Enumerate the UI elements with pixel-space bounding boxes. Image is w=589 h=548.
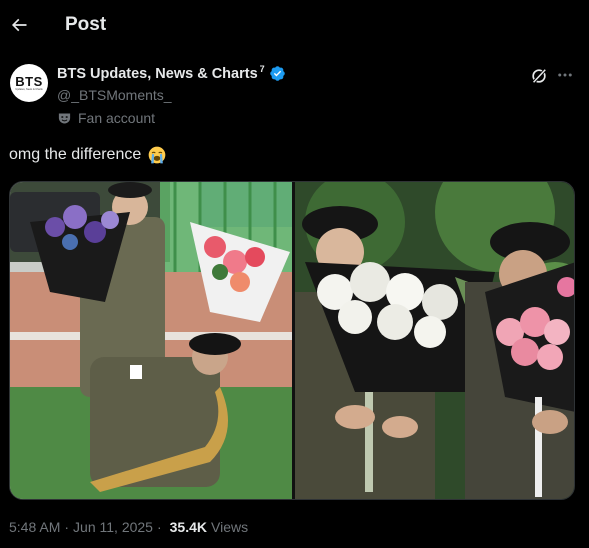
post-media[interactable]	[9, 181, 575, 500]
post-time[interactable]: 5:48 AM	[9, 519, 60, 535]
meta-separator: ·	[64, 519, 70, 535]
grok-button[interactable]	[529, 66, 549, 86]
account-label-text: Fan account	[78, 110, 156, 126]
arrow-left-icon	[11, 18, 27, 32]
page-title: Post	[65, 14, 107, 35]
views-count: 35.4K	[169, 519, 207, 535]
theater-mask-icon	[58, 113, 71, 123]
views-label: Views	[211, 519, 249, 535]
name-suffix: 7	[259, 63, 265, 74]
avatar-logo-text: BTS	[15, 73, 43, 89]
meta-separator: ·	[156, 519, 162, 535]
loudly-crying-face-icon	[148, 146, 166, 164]
post-author: BTS Updates, News & Charts BTS Updates, …	[10, 62, 580, 132]
display-name[interactable]: BTS Updates, News & Charts	[57, 66, 258, 82]
user-handle[interactable]: @_BTSMoments_	[57, 87, 172, 103]
verified-badge-icon[interactable]	[269, 65, 286, 82]
photo-left-illustration	[10, 182, 292, 499]
account-label: Fan account	[57, 110, 155, 126]
photo-right-illustration	[295, 182, 574, 499]
post-text-content: omg the difference	[9, 146, 142, 163]
post-date[interactable]: Jun 11, 2025	[73, 519, 153, 535]
name-line: BTS Updates, News & Charts 7	[57, 63, 286, 82]
avatar[interactable]: BTS Updates, News & Charts	[10, 64, 48, 102]
photo-bouquet-soldiers[interactable]	[295, 182, 574, 499]
avatar-logo-subtext: Updates, News & Charts	[15, 87, 43, 91]
photo-saxophone-soldiers[interactable]	[10, 182, 292, 499]
more-options-button[interactable]	[556, 66, 574, 84]
more-horizontal-icon	[558, 73, 572, 77]
grok-icon	[532, 69, 547, 83]
post-text: omg the difference	[9, 145, 167, 165]
post-meta: 5:48 AM · Jun 11, 2025 · 35.4K Views	[9, 519, 248, 535]
back-button[interactable]	[8, 10, 30, 40]
top-bar: Post	[0, 0, 589, 53]
